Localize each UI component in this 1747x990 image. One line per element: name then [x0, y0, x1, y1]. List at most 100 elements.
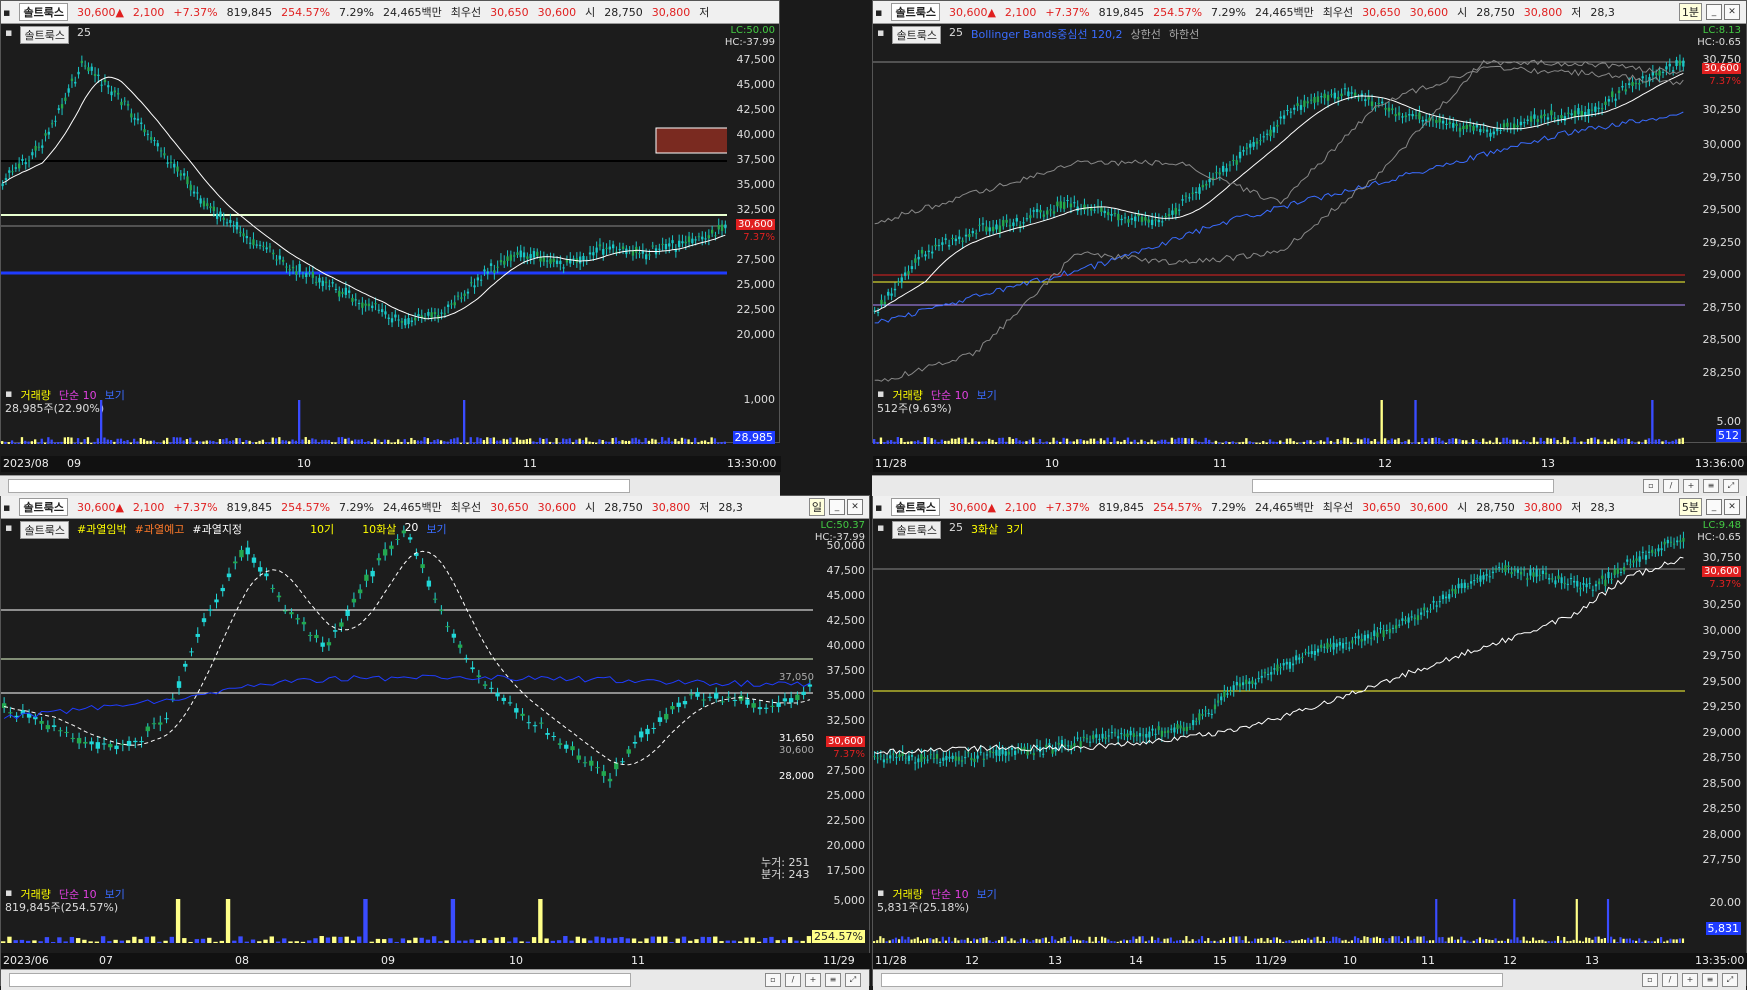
cursor-icon[interactable]: +	[1683, 479, 1699, 493]
volume-bar	[1160, 941, 1163, 943]
candle	[483, 269, 486, 272]
candle	[291, 266, 295, 269]
stock-name[interactable]: 솔트룩스	[19, 3, 68, 21]
stock-name[interactable]: 솔트룩스	[19, 498, 68, 516]
volume-bar	[1538, 940, 1541, 943]
volume-bar	[489, 438, 492, 444]
candle	[21, 158, 24, 162]
candle	[495, 692, 500, 697]
candle	[470, 667, 475, 670]
expand-icon[interactable]: ⤢	[1722, 973, 1738, 987]
volume-bar	[1510, 939, 1513, 943]
candle	[1270, 672, 1273, 675]
volume-bar	[1263, 941, 1266, 943]
candle	[979, 751, 982, 753]
period-label[interactable]: 5분	[1678, 498, 1702, 516]
candle	[942, 757, 945, 761]
candle	[183, 663, 188, 667]
candle	[1257, 677, 1260, 680]
candle	[1666, 539, 1669, 544]
minimize-icon[interactable]: _	[1706, 4, 1722, 20]
bb-mid	[874, 111, 1684, 324]
volume-chart[interactable]	[1, 389, 727, 459]
y-tick: 28,500	[1702, 333, 1742, 346]
price-chart[interactable]	[873, 23, 1685, 403]
period-label[interactable]: 1분	[1678, 3, 1702, 21]
zoom-icon[interactable]: ▫	[1643, 479, 1659, 493]
candle	[1401, 116, 1404, 118]
expand-icon[interactable]: ⤢	[1723, 479, 1739, 493]
volume-bar	[298, 400, 301, 444]
volume-bar	[380, 442, 383, 444]
y-tick: 28,500	[1702, 777, 1742, 790]
candle	[1468, 124, 1472, 127]
volume-bar	[1588, 937, 1591, 943]
zoom-icon[interactable]: ▫	[765, 973, 781, 987]
stock-name[interactable]: 솔트룩스	[891, 498, 940, 516]
candle	[1385, 629, 1388, 631]
volume-chart[interactable]	[873, 888, 1685, 953]
candle	[970, 757, 973, 761]
price-chart[interactable]	[1, 23, 727, 403]
candle	[314, 281, 318, 283]
candle	[545, 260, 549, 262]
volume-bar	[1675, 939, 1678, 943]
volume-bar	[1216, 941, 1219, 943]
draw-icon[interactable]: /	[1663, 479, 1679, 493]
close-icon[interactable]: ✕	[847, 499, 863, 515]
price-chart[interactable]	[1, 518, 813, 893]
candle	[519, 250, 522, 258]
volume-bar	[205, 440, 208, 444]
volume-bar	[1556, 440, 1559, 444]
price-chart[interactable]	[873, 518, 1685, 893]
config-icon[interactable]: ≡	[1702, 973, 1718, 987]
candle	[1093, 209, 1096, 211]
y-tick: 20,000	[736, 328, 776, 341]
candle	[1566, 583, 1569, 585]
candle	[1526, 119, 1529, 121]
draw-icon[interactable]: /	[785, 973, 801, 987]
candle	[1616, 568, 1619, 574]
draw-icon[interactable]: /	[1662, 973, 1678, 987]
scrollbar[interactable]	[1252, 479, 1554, 493]
candle	[876, 757, 879, 759]
minimize-icon[interactable]: _	[1706, 499, 1722, 515]
candle	[113, 90, 117, 93]
volume-bar	[1357, 937, 1360, 943]
volume-bar	[1200, 936, 1204, 943]
close-icon[interactable]: ✕	[1724, 499, 1740, 515]
stock-name[interactable]: 솔트룩스	[891, 3, 940, 21]
cursor-icon[interactable]: +	[805, 973, 821, 987]
config-icon[interactable]: ≡	[1703, 479, 1719, 493]
volume-bar	[50, 941, 56, 943]
volume-chart[interactable]	[873, 389, 1685, 459]
scrollbar[interactable]	[881, 973, 1503, 987]
candle	[539, 722, 544, 724]
volume-bar	[10, 440, 14, 444]
chart-panel-daily: ▪ 솔트룩스 30,600▲ 2,100 +7.37% 819,845 254.…	[0, 495, 871, 990]
volume-bar	[1573, 437, 1576, 444]
candle	[691, 238, 694, 244]
expand-icon[interactable]: ⤢	[845, 973, 861, 987]
period-label[interactable]: 일	[808, 498, 825, 516]
volume-bar	[7, 442, 10, 444]
volume-bar	[731, 940, 737, 943]
volume-bar	[1669, 938, 1672, 943]
candle	[133, 740, 138, 743]
config-icon[interactable]: ≡	[825, 973, 841, 987]
volume-bar	[1204, 941, 1207, 943]
volume-bar	[208, 440, 212, 444]
volume-bar	[506, 941, 512, 943]
scrollbar[interactable]	[9, 973, 631, 987]
volume-bar	[423, 437, 426, 444]
volume-chart[interactable]	[1, 888, 813, 953]
candle	[1536, 119, 1540, 122]
candle	[225, 222, 229, 224]
minimize-icon[interactable]: _	[829, 499, 845, 515]
volume-bar	[163, 940, 168, 943]
close-icon[interactable]: ✕	[1724, 4, 1740, 20]
cursor-icon[interactable]: +	[1682, 973, 1698, 987]
candle	[1394, 114, 1397, 117]
zoom-icon[interactable]: ▫	[1642, 973, 1658, 987]
scrollbar[interactable]	[8, 479, 630, 493]
